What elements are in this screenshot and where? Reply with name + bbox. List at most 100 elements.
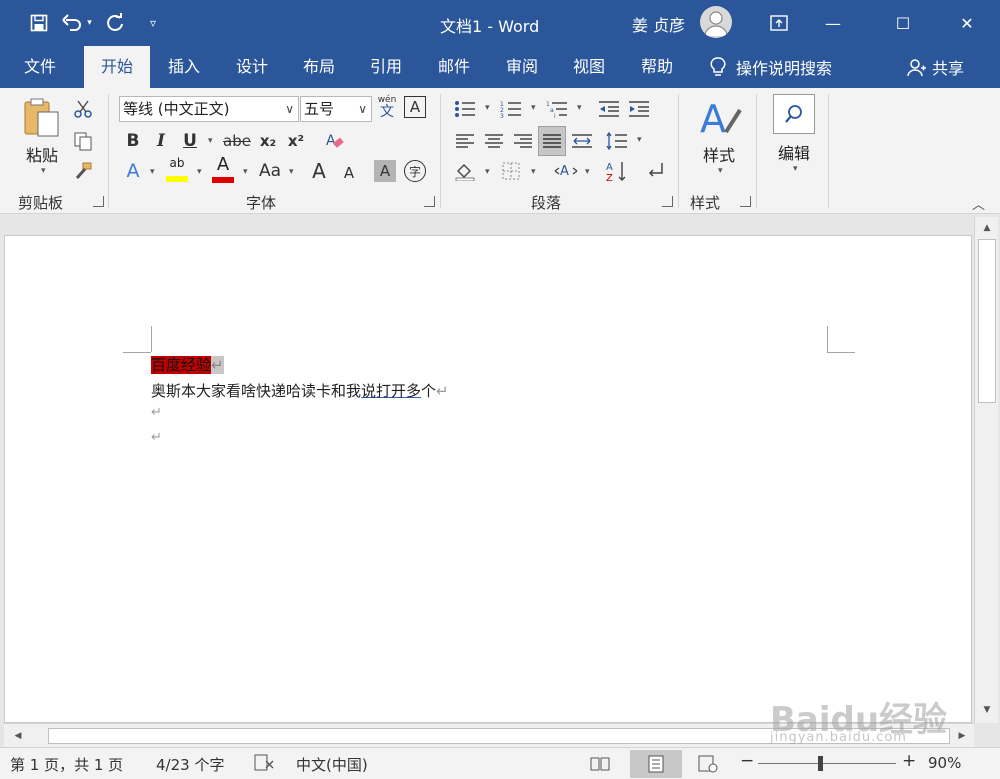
proofing-icon[interactable] (254, 754, 274, 776)
align-left-icon[interactable] (452, 128, 478, 154)
tab-help[interactable]: 帮助 (633, 46, 681, 88)
italic-button[interactable]: I (150, 128, 172, 154)
highlight-dropdown-icon[interactable]: ▾ (197, 167, 202, 177)
format-painter-icon[interactable] (72, 158, 94, 184)
tell-me-search[interactable]: 操作说明搜索 (710, 46, 832, 88)
zoom-slider-thumb[interactable] (818, 756, 823, 771)
sort-icon[interactable]: AZ (604, 158, 630, 184)
tab-layout[interactable]: 布局 (295, 46, 343, 88)
text-effects-dropdown-icon[interactable]: ▾ (150, 167, 155, 177)
justify-icon[interactable] (538, 126, 566, 156)
collapse-ribbon-icon[interactable]: ︿ (972, 194, 985, 213)
decrease-indent-icon[interactable] (596, 96, 622, 122)
tab-references[interactable]: 引用 (362, 46, 410, 88)
shading-icon[interactable] (452, 158, 478, 184)
save-icon[interactable] (22, 8, 56, 38)
line-spacing-icon[interactable] (604, 128, 630, 154)
document-line-2[interactable]: 奥斯本大家看啥快递哈读卡和我说打开多个↵ (151, 380, 449, 402)
align-center-icon[interactable] (481, 128, 507, 154)
read-mode-icon[interactable] (578, 750, 622, 778)
show-marks-icon[interactable] (642, 158, 668, 184)
minimize-button[interactable]: — (810, 0, 856, 46)
document-line-1[interactable]: 百度经验↵ (151, 354, 224, 376)
align-right-icon[interactable] (510, 128, 536, 154)
shading-dropdown-icon[interactable]: ▾ (485, 167, 490, 177)
clipboard-launcher-icon[interactable] (93, 196, 104, 207)
avatar[interactable] (700, 6, 732, 38)
character-border-button[interactable]: A (404, 96, 426, 118)
vertical-scroll-thumb[interactable] (978, 239, 996, 403)
tab-design[interactable]: 设计 (228, 46, 276, 88)
strikethrough-button[interactable]: abe (222, 128, 252, 154)
highlighted-text[interactable]: 百度经验 (151, 356, 212, 374)
grow-font-button[interactable]: A (308, 158, 330, 184)
bullets-icon[interactable] (452, 96, 478, 122)
character-shading-button[interactable]: A (374, 160, 396, 182)
undo-icon[interactable]: ▾ (60, 8, 94, 38)
close-button[interactable]: ✕ (944, 0, 990, 46)
document-page[interactable]: 百度经验↵ 奥斯本大家看啥快递哈读卡和我说打开多个↵ ↵ ↵ (4, 235, 972, 723)
tab-insert[interactable]: 插入 (160, 46, 208, 88)
asian-layout-icon[interactable]: A (552, 158, 580, 184)
underline-button[interactable]: U (178, 128, 202, 154)
subscript-button[interactable]: x₂ (256, 128, 280, 154)
scroll-up-icon[interactable]: ▲ (977, 219, 997, 237)
shrink-font-button[interactable]: A (338, 160, 360, 186)
scroll-left-icon[interactable]: ◀ (8, 727, 28, 745)
customize-qat-icon[interactable]: ▿ (136, 8, 170, 38)
change-case-button[interactable]: Aa (256, 158, 284, 184)
zoom-out-button[interactable]: − (740, 751, 754, 771)
tab-mailings[interactable]: 邮件 (430, 46, 478, 88)
enclose-characters-button[interactable]: 字 (404, 160, 426, 182)
numbering-dropdown-icon[interactable]: ▾ (531, 103, 536, 113)
word-count[interactable]: 4/23 个字 (156, 754, 224, 775)
redo-icon[interactable] (98, 8, 132, 38)
font-name-combo[interactable]: 等线 (中文正文) ∨ (119, 96, 299, 122)
borders-icon[interactable] (498, 158, 524, 184)
print-layout-icon[interactable] (630, 750, 682, 778)
highlight-color-button[interactable]: ab (164, 156, 190, 186)
borders-dropdown-icon[interactable]: ▾ (531, 167, 536, 177)
paragraph-launcher-icon[interactable] (662, 196, 673, 207)
zoom-level[interactable]: 90% (928, 754, 961, 772)
font-size-combo[interactable]: 五号 ∨ (300, 96, 372, 122)
copy-icon[interactable] (72, 128, 94, 154)
styles-button[interactable]: A 样式 ▾ (692, 96, 746, 184)
change-case-dropdown-icon[interactable]: ▾ (289, 167, 294, 177)
page-count[interactable]: 第 1 页，共 1 页 (10, 754, 123, 775)
clear-formatting-icon[interactable]: A (322, 128, 346, 154)
numbering-icon[interactable]: 123 (498, 96, 524, 122)
multilevel-list-icon[interactable]: 1ai (544, 96, 570, 122)
tab-review[interactable]: 审阅 (498, 46, 546, 88)
multilevel-dropdown-icon[interactable]: ▾ (577, 103, 582, 113)
font-color-button[interactable]: A (210, 154, 236, 186)
bullets-dropdown-icon[interactable]: ▾ (485, 103, 490, 113)
zoom-slider-track[interactable] (758, 763, 896, 764)
maximize-button[interactable]: ☐ (880, 0, 926, 46)
web-layout-icon[interactable] (686, 750, 730, 778)
paste-button[interactable]: 粘贴 ▾ (18, 96, 66, 176)
share-button[interactable]: 共享 (906, 46, 964, 88)
bold-button[interactable]: B (122, 128, 144, 154)
asian-layout-dropdown-icon[interactable]: ▾ (585, 167, 590, 177)
increase-indent-icon[interactable] (626, 96, 652, 122)
vertical-scrollbar[interactable]: ▲ ▼ (974, 217, 998, 723)
user-name[interactable]: 姜 贞彦 (632, 12, 685, 36)
line-spacing-dropdown-icon[interactable]: ▾ (637, 135, 642, 145)
phonetic-guide-button[interactable]: wén 文 (376, 94, 398, 122)
zoom-in-button[interactable]: + (902, 751, 916, 771)
superscript-button[interactable]: x² (284, 128, 308, 154)
font-color-dropdown-icon[interactable]: ▾ (243, 167, 248, 177)
text-effects-button[interactable]: A (122, 158, 144, 184)
ribbon-display-options-button[interactable] (756, 0, 802, 46)
tab-home[interactable]: 开始 (84, 46, 150, 88)
tab-view[interactable]: 视图 (565, 46, 613, 88)
editing-button[interactable]: 编辑 ▾ (770, 94, 818, 184)
styles-launcher-icon[interactable] (740, 196, 751, 207)
font-launcher-icon[interactable] (424, 196, 435, 207)
underline-dropdown-icon[interactable]: ▾ (208, 136, 213, 146)
distributed-icon[interactable] (569, 128, 595, 154)
tab-file[interactable]: 文件 (16, 46, 64, 88)
language-indicator[interactable]: 中文(中国) (296, 754, 368, 775)
cut-icon[interactable] (72, 96, 94, 122)
